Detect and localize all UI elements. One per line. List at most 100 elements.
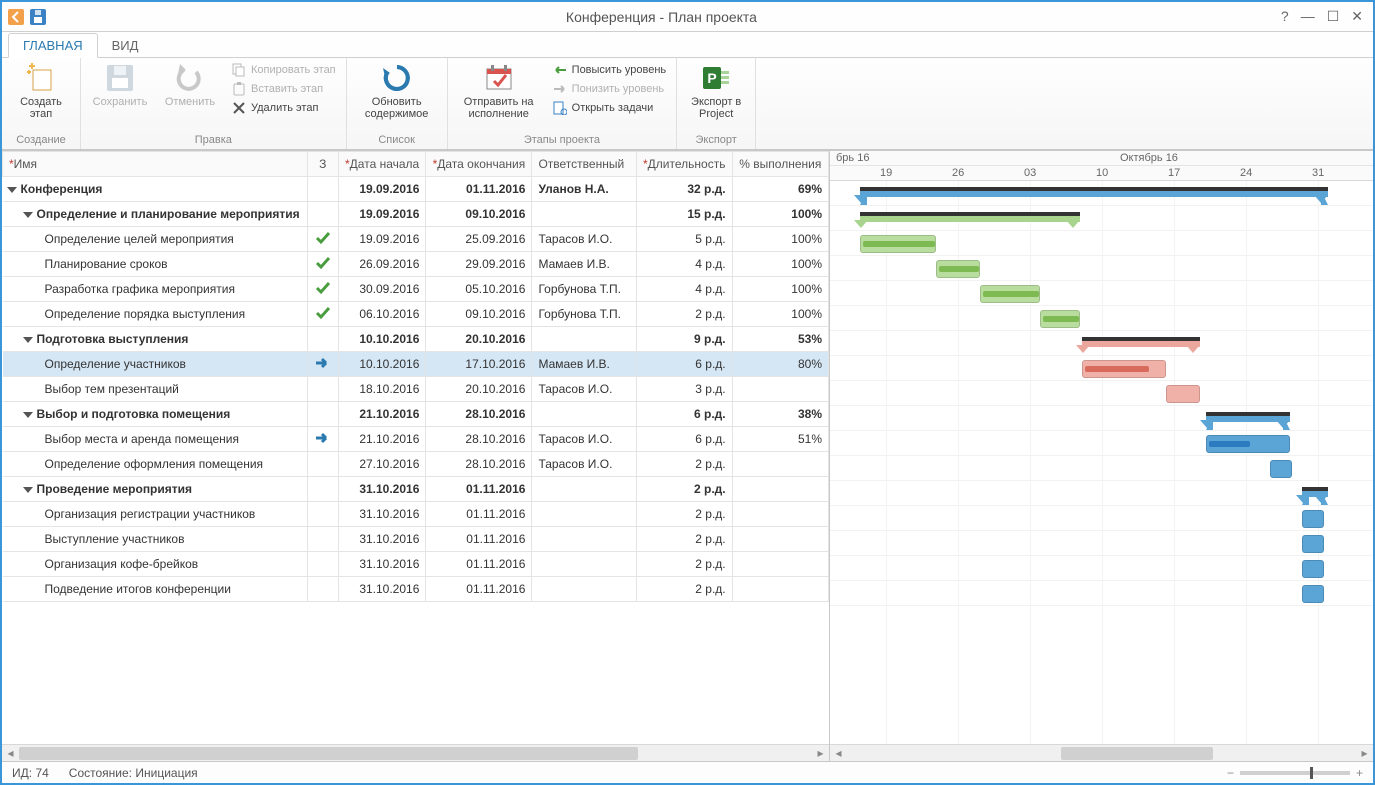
gantt-task-bar[interactable]	[1040, 310, 1080, 328]
table-row[interactable]: Определение и планирование мероприятия19…	[3, 202, 829, 227]
task-name: Выбор места и аренда помещения	[45, 432, 240, 446]
tab-main[interactable]: ГЛАВНАЯ	[8, 33, 98, 58]
refresh-button[interactable]: Обновить содержимое	[357, 62, 437, 120]
table-row[interactable]: Выбор и подготовка помещения21.10.201628…	[3, 402, 829, 427]
expander-icon[interactable]	[23, 412, 33, 418]
gantt-task-bar[interactable]	[1302, 510, 1324, 528]
expander-icon[interactable]	[23, 337, 33, 343]
ribbon-group-label: Создание	[12, 133, 70, 149]
gantt-pane: брь 16 Октябрь 16 19260310172431 ◂ ▸	[830, 151, 1373, 761]
gantt-task-bar[interactable]	[1302, 535, 1324, 553]
copy-stage-button[interactable]: Копировать этап	[231, 62, 336, 78]
maximize-icon[interactable]: ☐	[1327, 8, 1340, 25]
qa-back-icon[interactable]	[6, 7, 26, 27]
table-row[interactable]: Подведение итогов конференции31.10.20160…	[3, 577, 829, 602]
task-name: Подготовка выступления	[37, 332, 189, 346]
col-percent[interactable]: % выполнения	[732, 152, 828, 177]
workspace: *Имя З *Дата начала *Дата окончания Отве…	[2, 150, 1373, 761]
tick-label: 31	[1312, 167, 1324, 179]
col-end[interactable]: Дата окончания	[437, 157, 525, 171]
save-button[interactable]: Сохранить	[91, 62, 149, 108]
expander-icon[interactable]	[23, 212, 33, 218]
table-row[interactable]: Определение порядка выступления06.10.201…	[3, 302, 829, 327]
col-owner[interactable]: Ответственный	[532, 152, 636, 177]
svg-text:P: P	[707, 70, 716, 86]
tick-label: 24	[1240, 167, 1252, 179]
scroll-right-icon[interactable]: ▸	[1356, 745, 1373, 762]
close-icon[interactable]: ✕	[1351, 8, 1363, 25]
table-row[interactable]: Конференция19.09.201601.11.2016Уланов Н.…	[3, 177, 829, 202]
gantt-task-bar[interactable]	[980, 285, 1040, 303]
cancel-button[interactable]: Отменить	[161, 62, 219, 108]
gantt-summary-bar[interactable]	[860, 212, 1080, 222]
gantt-body[interactable]	[830, 181, 1373, 744]
ribbon-group-list: Обновить содержимое Список	[347, 58, 448, 149]
open-tasks-button[interactable]: Открыть задачи	[552, 100, 667, 116]
zoom-slider[interactable]: − +	[1227, 766, 1363, 780]
table-row[interactable]: Выступление участников31.10.201601.11.20…	[3, 527, 829, 552]
ribbon-group-stages: Отправить на исполнение Повысить уровень…	[448, 58, 678, 149]
task-grid[interactable]: *Имя З *Дата начала *Дата окончания Отве…	[2, 151, 829, 602]
minimize-icon[interactable]: —	[1301, 8, 1315, 25]
send-execution-button[interactable]: Отправить на исполнение	[458, 62, 540, 120]
expander-icon[interactable]	[23, 487, 33, 493]
scroll-left-icon[interactable]: ◂	[2, 745, 19, 762]
table-row[interactable]: Определение участников10.10.201617.10.20…	[3, 352, 829, 377]
gantt-summary-bar[interactable]	[860, 187, 1328, 197]
col-start[interactable]: Дата начала	[350, 157, 420, 171]
task-name: Определение оформления помещения	[45, 457, 264, 471]
table-row[interactable]: Выбор места и аренда помещения21.10.2016…	[3, 427, 829, 452]
table-row[interactable]: Выбор тем презентаций18.10.201620.10.201…	[3, 377, 829, 402]
gantt-task-bar[interactable]	[1206, 435, 1290, 453]
table-row[interactable]: Определение оформления помещения27.10.20…	[3, 452, 829, 477]
delete-stage-button[interactable]: Удалить этап	[231, 100, 336, 116]
scroll-right-icon[interactable]: ▸	[812, 745, 829, 762]
sparkle-doc-icon	[25, 62, 57, 94]
ribbon-group-export: P Экспорт в Project Экспорт	[677, 58, 756, 149]
check-icon	[315, 281, 331, 295]
table-row[interactable]: Организация кофе-брейков31.10.201601.11.…	[3, 552, 829, 577]
table-row[interactable]: Планирование сроков26.09.201629.09.2016М…	[3, 252, 829, 277]
create-stage-button[interactable]: Создать этап	[12, 62, 70, 120]
help-icon[interactable]: ?	[1281, 8, 1289, 25]
gantt-task-bar[interactable]	[1082, 360, 1166, 378]
qa-save-icon[interactable]	[28, 7, 48, 27]
gantt-task-bar[interactable]	[1302, 560, 1324, 578]
gantt-task-bar[interactable]	[1166, 385, 1200, 403]
table-row[interactable]: Организация регистрации участников31.10.…	[3, 502, 829, 527]
ribbon-group-label: Этапы проекта	[458, 133, 667, 149]
check-icon	[315, 231, 331, 245]
col-name[interactable]: Имя	[14, 157, 37, 171]
arrow-left-icon	[552, 62, 568, 78]
gantt-summary-bar[interactable]	[1082, 337, 1200, 347]
table-row[interactable]: Подготовка выступления10.10.201620.10.20…	[3, 327, 829, 352]
ribbon-tabstrip: ГЛАВНАЯ ВИД	[2, 32, 1373, 58]
gantt-task-bar[interactable]	[1302, 585, 1324, 603]
expander-icon[interactable]	[7, 187, 17, 193]
paste-stage-button[interactable]: Вставить этап	[231, 81, 336, 97]
gantt-task-bar[interactable]	[860, 235, 936, 253]
col-duration[interactable]: Длительность	[648, 157, 726, 171]
col-status[interactable]: З	[307, 152, 338, 177]
level-down-button[interactable]: Понизить уровень	[552, 81, 667, 97]
paste-icon	[231, 81, 247, 97]
app-window: Конференция - План проекта ? — ☐ ✕ ГЛАВН…	[0, 0, 1375, 785]
table-row[interactable]: Определение целей мероприятия19.09.20162…	[3, 227, 829, 252]
table-row[interactable]: Разработка графика мероприятия30.09.2016…	[3, 277, 829, 302]
gantt-hscroll[interactable]: ◂ ▸	[830, 744, 1373, 761]
gantt-task-bar[interactable]	[1270, 460, 1292, 478]
table-row[interactable]: Проведение мероприятия31.10.201601.11.20…	[3, 477, 829, 502]
zoom-out-icon[interactable]: −	[1227, 766, 1234, 780]
level-up-button[interactable]: Повысить уровень	[552, 62, 667, 78]
task-name: Разработка графика мероприятия	[45, 282, 235, 296]
save-icon	[104, 62, 136, 94]
status-state: Состояние: Инициация	[69, 766, 198, 780]
tab-view[interactable]: ВИД	[98, 34, 153, 57]
gantt-task-bar[interactable]	[936, 260, 980, 278]
zoom-in-icon[interactable]: +	[1356, 766, 1363, 780]
scroll-left-icon[interactable]: ◂	[830, 745, 847, 762]
export-project-button[interactable]: P Экспорт в Project	[687, 62, 745, 120]
ribbon: Создать этап Создание Сохранить Отменит	[2, 58, 1373, 150]
grid-hscroll[interactable]: ◂ ▸	[2, 744, 829, 761]
open-tasks-icon	[552, 100, 568, 116]
